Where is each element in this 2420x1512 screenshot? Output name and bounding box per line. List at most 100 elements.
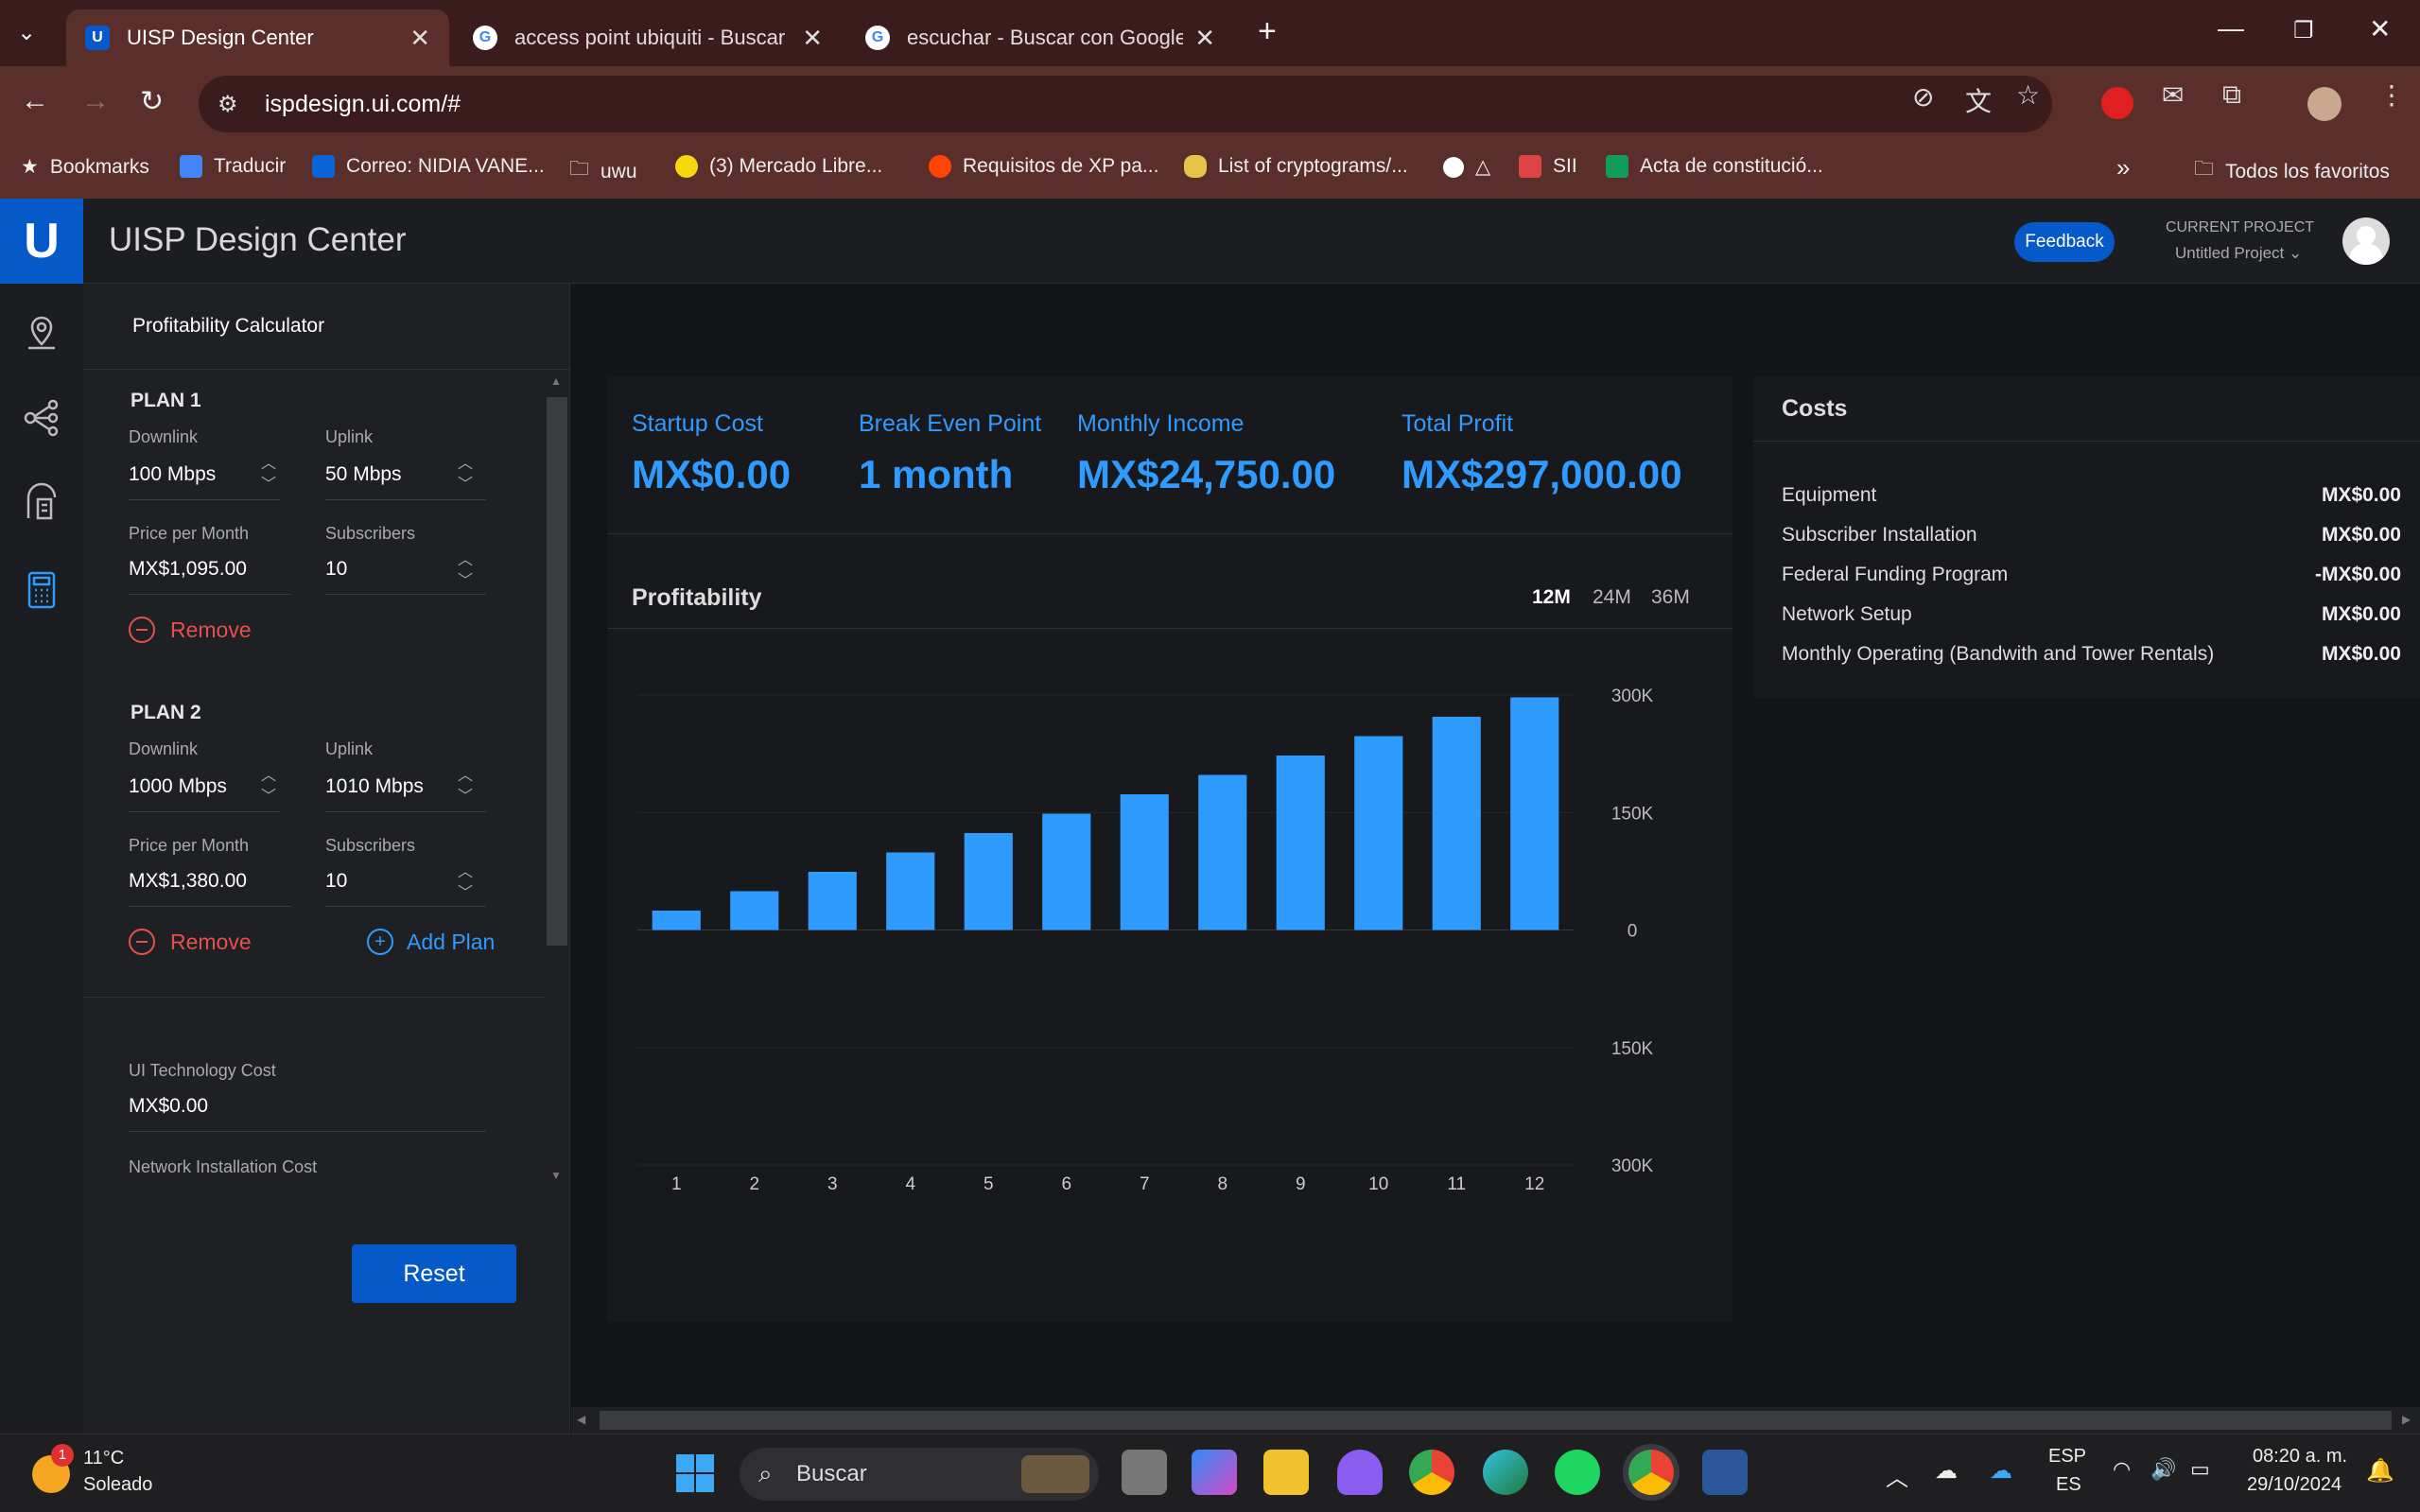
star-icon[interactable]: ☆ <box>2016 79 2040 111</box>
site-info-icon[interactable]: ⚙ <box>218 91 238 118</box>
startup-cost-value: MX$0.00 <box>632 452 792 496</box>
remove-plan-button[interactable]: Remove <box>129 617 252 643</box>
scroll-right-icon[interactable]: ▶ <box>2402 1413 2411 1426</box>
forward-icon[interactable]: → <box>81 85 110 117</box>
price-input[interactable]: MX$1,095.00 <box>129 558 247 581</box>
wifi-icon[interactable]: ◠ <box>2113 1457 2131 1482</box>
reset-button[interactable]: Reset <box>352 1244 516 1303</box>
reload-icon[interactable]: ↻ <box>140 85 164 118</box>
bookmark-traducir[interactable]: Traducir <box>180 155 286 178</box>
uplink-input[interactable]: 50 Mbps <box>325 463 402 486</box>
horizontal-scrollbar[interactable]: ◀ ▶ <box>571 1407 2420 1434</box>
file-explorer-icon[interactable] <box>1263 1450 1309 1495</box>
bookmark-eye[interactable]: △ <box>1443 155 1490 179</box>
project-selector[interactable]: Untitled Project ⌄ <box>2175 244 2302 263</box>
address-bar[interactable]: ⚙ ispdesign.ui.com/# <box>199 76 2052 132</box>
tower-device-icon[interactable] <box>21 482 62 524</box>
minimize-icon[interactable]: — <box>2218 13 2244 43</box>
new-tab-icon[interactable]: + <box>1258 13 1277 50</box>
copilot-icon[interactable] <box>1192 1450 1237 1495</box>
battery-icon[interactable]: ▭ <box>2190 1457 2210 1482</box>
notifications-icon[interactable]: 🔔 <box>2366 1457 2394 1485</box>
subscribers-input[interactable]: 10 <box>325 558 347 581</box>
translate-icon[interactable]: 文 <box>1965 81 1992 119</box>
bookmark-all[interactable]: 🗀 Todos los favoritos <box>2194 155 2390 188</box>
subscribers-stepper[interactable]: ︿ ﹀ <box>458 862 473 904</box>
onedrive-icon[interactable]: ☁ <box>1990 1457 2012 1485</box>
map-pin-icon[interactable] <box>21 312 62 354</box>
scroll-up-icon[interactable]: ▲ <box>550 374 562 388</box>
window-close-icon[interactable]: ✕ <box>2369 13 2391 44</box>
bookmark-correo[interactable]: Correo: NIDIA VANE... <box>312 155 545 178</box>
tab-uisp[interactable]: U UISP Design Center ✕ <box>66 9 449 66</box>
chevron-up-icon[interactable]: ︿ <box>1886 1459 1908 1492</box>
range-tab-36m[interactable]: 36M <box>1651 586 1690 609</box>
bookmark-mercado-libre[interactable]: (3) Mercado Libre... <box>675 155 882 178</box>
bookmark-acta[interactable]: Acta de constitució... <box>1606 155 1823 178</box>
extensions-icon[interactable]: ⧉ <box>2222 79 2241 111</box>
downlink-input[interactable]: 100 Mbps <box>129 463 216 486</box>
price-label: Price per Month <box>129 524 250 543</box>
divider <box>129 594 291 595</box>
subscribers-input[interactable]: 10 <box>325 870 347 893</box>
uplink-input[interactable]: 1010 Mbps <box>325 775 424 798</box>
scrollbar-thumb[interactable] <box>600 1411 2392 1430</box>
panel-scrollbar[interactable] <box>547 397 567 946</box>
language-primary[interactable]: ESP <box>2048 1446 2086 1468</box>
bookmark-cryptograms[interactable]: List of cryptograms/... <box>1184 155 1408 178</box>
bookmark-bookmarks[interactable]: ★ Bookmarks <box>21 155 149 179</box>
tab-search-icon[interactable]: ⌄ <box>17 19 36 46</box>
add-plan-button[interactable]: + Add Plan <box>367 929 495 955</box>
startup-cost-label: Startup Cost <box>632 410 763 437</box>
range-tab-12m[interactable]: 12M <box>1532 586 1571 609</box>
user-avatar[interactable] <box>2342 217 2390 265</box>
close-icon[interactable]: ✕ <box>409 24 430 53</box>
task-view-icon[interactable] <box>1122 1450 1167 1495</box>
edge-icon[interactable] <box>1483 1450 1528 1495</box>
more-bookmarks-icon[interactable]: » <box>2116 153 2130 182</box>
cloud-error-icon[interactable]: ☁ <box>1935 1457 1958 1485</box>
obsidian-icon[interactable] <box>1337 1450 1383 1495</box>
word-icon[interactable] <box>1702 1450 1748 1495</box>
back-icon[interactable]: ← <box>21 85 49 117</box>
volume-icon[interactable]: 🔊 <box>2150 1457 2176 1482</box>
uplink-stepper[interactable]: ︿ ﹀ <box>458 766 473 808</box>
app-title: UISP Design Center <box>109 221 407 258</box>
uplink-stepper[interactable]: ︿ ﹀ <box>458 454 473 495</box>
downlink-input[interactable]: 1000 Mbps <box>129 775 227 798</box>
tab-escuchar[interactable]: G escuchar - Buscar con Google ✕ <box>846 9 1234 66</box>
chrome-icon[interactable] <box>1409 1450 1454 1495</box>
extension-mail-icon[interactable]: ✉ <box>2162 79 2184 111</box>
remove-plan-button[interactable]: Remove <box>129 929 252 955</box>
tech-cost-input[interactable]: MX$0.00 <box>129 1095 208 1118</box>
clock-time[interactable]: 08:20 a. m. <box>2253 1446 2347 1468</box>
windows-start-icon[interactable] <box>675 1453 715 1493</box>
sheets-icon <box>1606 155 1628 178</box>
close-icon[interactable]: ✕ <box>802 24 823 53</box>
taskbar-search[interactable]: ⌕ Buscar <box>740 1448 1099 1501</box>
profile-avatar-icon[interactable] <box>2307 87 2342 121</box>
bookmark-sii[interactable]: SII <box>1519 155 1577 178</box>
restore-icon[interactable]: ❐ <box>2293 17 2314 44</box>
close-icon[interactable]: ✕ <box>1194 24 1215 53</box>
scroll-left-icon[interactable]: ◀ <box>577 1413 585 1426</box>
subscribers-stepper[interactable]: ︿ ﹀ <box>458 550 473 592</box>
bookmark-requisitos[interactable]: Requisitos de XP pa... <box>929 155 1158 178</box>
language-secondary: ES <box>2056 1474 2081 1495</box>
feedback-button[interactable]: Feedback <box>2014 222 2115 262</box>
network-topology-icon[interactable] <box>21 397 62 439</box>
calculator-icon[interactable] <box>21 569 62 611</box>
uisp-logo[interactable]: U <box>0 199 83 284</box>
menu-dots-icon[interactable]: ⋮ <box>2378 79 2405 111</box>
spotify-icon[interactable] <box>1555 1450 1600 1495</box>
scroll-down-icon[interactable]: ▼ <box>550 1169 562 1182</box>
tab-access-point[interactable]: G access point ubiquiti - Buscar c ✕ <box>454 9 842 66</box>
eye-off-icon[interactable]: ⊘ <box>1912 81 1934 113</box>
bookmark-uwu[interactable]: 🗀 uwu <box>569 155 637 188</box>
chrome-active-icon[interactable] <box>1628 1450 1674 1495</box>
range-tab-24m[interactable]: 24M <box>1593 586 1631 609</box>
downlink-stepper[interactable]: ︿ ﹀ <box>261 766 276 808</box>
adblock-icon[interactable] <box>2101 87 2133 119</box>
downlink-stepper[interactable]: ︿ ﹀ <box>261 454 276 495</box>
price-input[interactable]: MX$1,380.00 <box>129 870 247 893</box>
